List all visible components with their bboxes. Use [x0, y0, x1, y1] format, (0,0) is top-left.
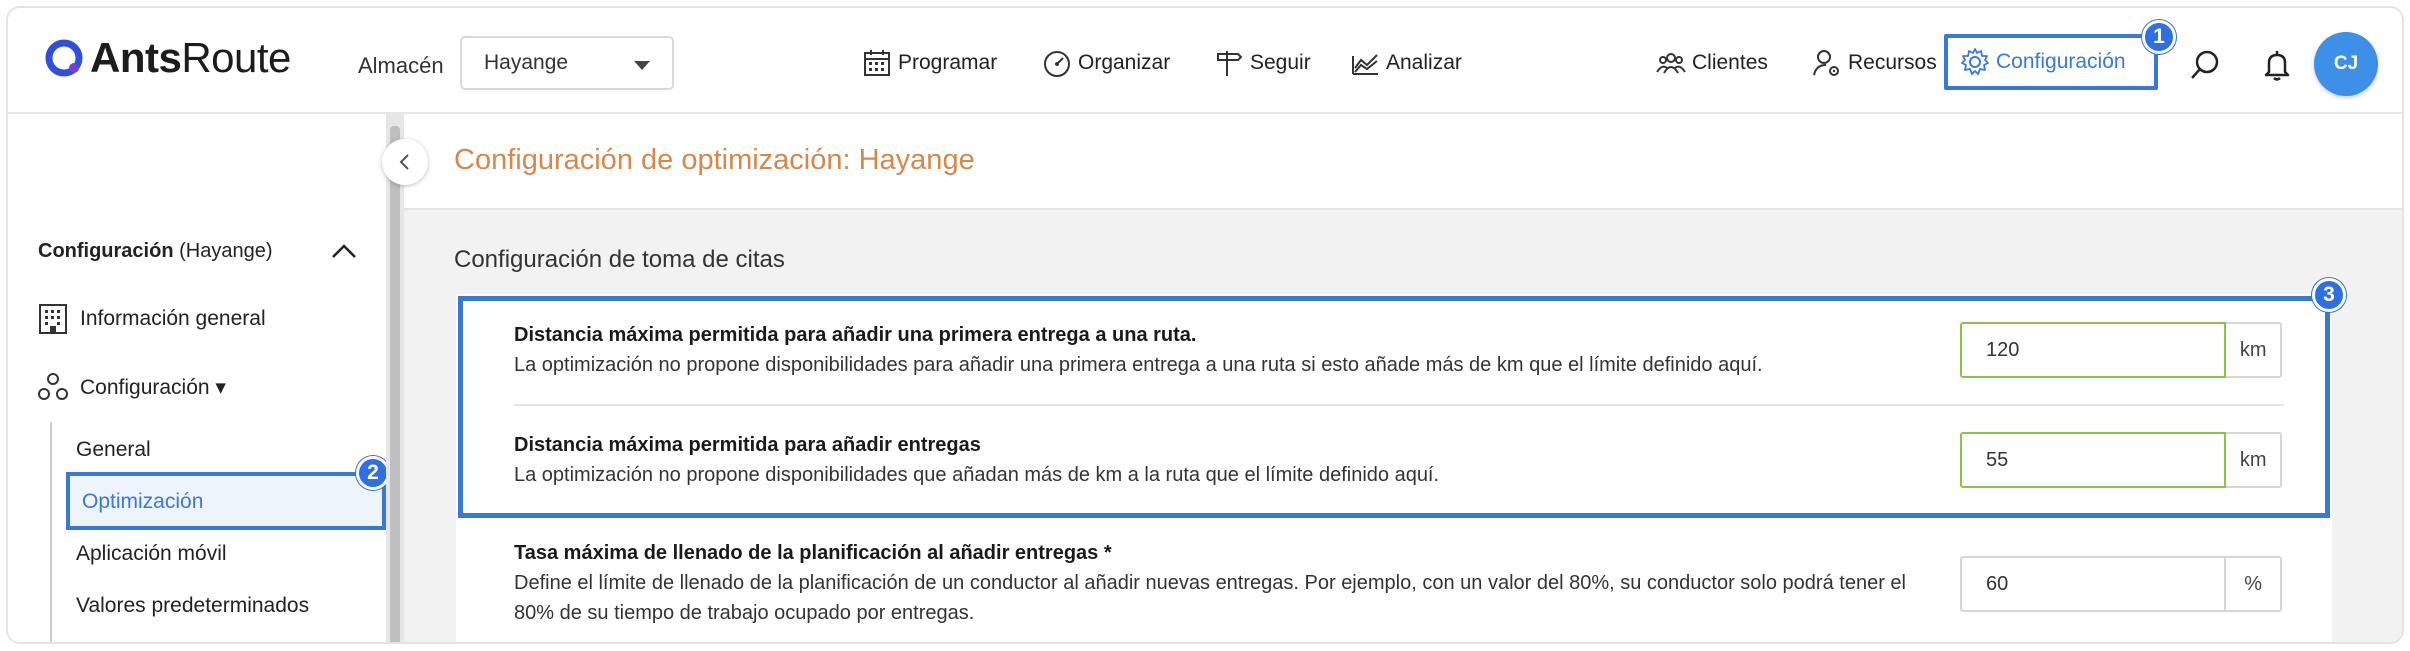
app-window: AntsRoute Almacén Hayange Programar Orga… [6, 6, 2404, 644]
unit-label: km [2226, 432, 2282, 488]
chart-icon [1352, 54, 1378, 75]
sidebar-subitem-optimizacion[interactable]: Optimización [66, 472, 386, 530]
nav-seguir-label: Seguir [1250, 51, 1311, 74]
step-badge-2: 2 [356, 456, 390, 490]
collapse-sidebar-button[interactable] [382, 139, 428, 185]
section-title: Configuración de toma de citas [454, 246, 785, 273]
max-delivery-distance-input[interactable]: 55 [1960, 432, 2227, 488]
building-icon [39, 304, 67, 334]
chevron-up-icon[interactable] [330, 238, 358, 266]
sidebar-item-label: Información general [80, 307, 266, 330]
nav-programar[interactable]: Programar [862, 48, 997, 78]
warehouse-label: Almacén [358, 53, 444, 78]
page-title: Configuración de optimización: Hayange [454, 144, 975, 176]
dashboard-icon [1044, 51, 1070, 77]
nav-clientes[interactable]: Clientes [1656, 48, 1768, 78]
chevron-down-icon [634, 61, 650, 70]
sidebar-subitem-aplicacion-movil[interactable]: Aplicación móvil [76, 542, 227, 566]
signpost-icon [1217, 51, 1243, 76]
max-first-delivery-distance-input[interactable]: 120 [1960, 322, 2227, 378]
nav-recursos-label: Recursos [1848, 51, 1937, 74]
step-badge-1: 1 [2142, 20, 2176, 54]
max-fill-rate-input[interactable]: 60 [1960, 556, 2227, 612]
setting-title: Tasa máxima de llenado de la planificaci… [514, 542, 1112, 564]
calendar-icon [864, 50, 890, 76]
setting-title: Distancia máxima permitida para añadir e… [514, 434, 981, 456]
submenu-divider [50, 422, 52, 642]
sidebar-heading-title: Configuración [38, 240, 174, 262]
nav-recursos[interactable]: Recursos [1812, 48, 1937, 78]
setting-description: Define el límite de llenado de la planif… [514, 572, 1906, 624]
warehouse-select[interactable]: Hayange [460, 36, 674, 90]
setting-title: Distancia máxima permitida para añadir u… [514, 324, 1197, 346]
users-icon [1656, 53, 1686, 74]
bell-icon[interactable] [2260, 48, 2294, 82]
top-header: AntsRoute Almacén Hayange Programar Orga… [8, 8, 2402, 114]
sidebar-scrollbar-thumb[interactable] [390, 126, 400, 642]
setting-description: La optimización no propone disponibilida… [514, 464, 1440, 486]
title-bar: Configuración de optimización: Hayange [404, 114, 2402, 210]
sidebar-heading-suffix: (Hayange) [179, 240, 273, 262]
sidebar-subitem-label: Optimización [82, 490, 204, 513]
unit-label: km [2226, 322, 2282, 378]
chevron-left-icon [399, 154, 409, 170]
setting-description: La optimización no propone disponibilida… [514, 354, 1763, 376]
sidebar-item-configuracion[interactable]: Configuración ▾ [36, 370, 226, 404]
ants-logo-icon [44, 38, 84, 78]
nav-clientes-label: Clientes [1692, 51, 1768, 74]
max-first-delivery-distance-field: 120 km [1960, 322, 2282, 378]
nav-analizar-label: Analizar [1386, 51, 1462, 74]
sidebar-item-informacion-general[interactable]: Información general [36, 302, 266, 336]
sidebar-subitem-valores-predeterminados[interactable]: Valores predeterminados [76, 594, 309, 618]
warehouse-value: Hayange [484, 51, 569, 74]
max-delivery-distance-field: 55 km [1960, 432, 2282, 488]
nav-analizar[interactable]: Analizar [1350, 48, 1462, 78]
user-avatar[interactable]: CJ [2314, 32, 2378, 96]
user-gear-icon [1813, 50, 1839, 76]
nav-seguir[interactable]: Seguir [1214, 48, 1311, 78]
search-icon[interactable] [2188, 48, 2222, 82]
unit-label: % [2226, 556, 2282, 612]
nav-organizar[interactable]: Organizar [1042, 48, 1170, 78]
nav-organizar-label: Organizar [1078, 51, 1171, 74]
logo-text-bold: Ants [90, 34, 182, 81]
nav-programar-label: Programar [898, 51, 998, 74]
sidebar-item-label: Configuración ▾ [80, 375, 226, 399]
max-fill-rate-field: 60 % [1960, 556, 2282, 612]
nav-configuracion[interactable]: Configuración [1944, 34, 2158, 90]
sidebar: Configuración (Hayange) Información gene… [8, 114, 388, 642]
step-badge-3: 3 [2312, 278, 2346, 312]
main-content: Configuración de optimización: Hayange C… [404, 114, 2402, 642]
logo[interactable]: AntsRoute [44, 34, 291, 82]
logo-text-light: Route [181, 34, 291, 81]
sidebar-heading: Configuración (Hayange) [38, 240, 273, 263]
gear-icon [1961, 48, 1989, 75]
nav-configuracion-label: Configuración [1996, 50, 2126, 73]
nodes-icon [38, 373, 68, 400]
row-divider [514, 404, 2284, 406]
sidebar-subitem-general[interactable]: General [76, 438, 151, 462]
